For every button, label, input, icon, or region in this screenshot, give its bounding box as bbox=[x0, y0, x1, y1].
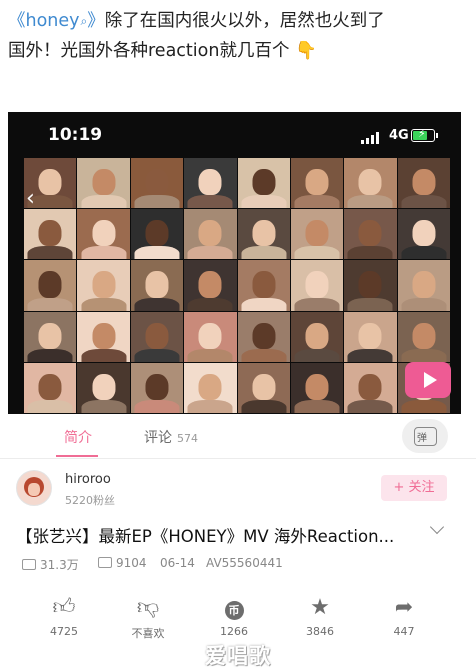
reaction-tile bbox=[77, 158, 130, 209]
reaction-tile bbox=[130, 362, 184, 413]
hashtag-link[interactable]: 《honey⌕》 bbox=[8, 11, 105, 31]
coin-button[interactable]: 币 1266 bbox=[204, 595, 264, 638]
reaction-tile bbox=[24, 362, 77, 413]
signal-icon bbox=[361, 132, 383, 144]
coin-icon: 币 bbox=[204, 595, 264, 621]
reaction-tile bbox=[397, 209, 450, 260]
play-count-icon bbox=[22, 559, 36, 570]
reaction-tile bbox=[290, 311, 344, 362]
reaction-tile bbox=[344, 311, 397, 362]
reaction-tile bbox=[184, 209, 237, 260]
like-button[interactable]: 👍︎ 4725 bbox=[34, 595, 94, 638]
status-time: 10:19 bbox=[48, 125, 103, 145]
reaction-tile bbox=[24, 260, 77, 311]
reaction-tile bbox=[130, 260, 184, 311]
reaction-tile bbox=[344, 209, 397, 260]
reaction-tile bbox=[344, 158, 397, 209]
back-arrow-icon[interactable]: ‹ bbox=[26, 186, 35, 211]
chevron-down-icon[interactable] bbox=[429, 519, 445, 535]
action-bar: 👍︎ 4725 👎︎ 不喜欢 币 1266 ★ 3846 ➦ 447 bbox=[0, 595, 476, 645]
upload-date: 06-14 bbox=[160, 556, 195, 570]
reaction-tile bbox=[24, 311, 77, 362]
danmaku-stat: 9104 bbox=[98, 556, 147, 570]
tab-comments[interactable]: 评论 574 bbox=[144, 427, 198, 447]
reaction-tile bbox=[237, 260, 290, 311]
views-stat: 31.3万 bbox=[22, 556, 79, 573]
reaction-tile bbox=[130, 209, 184, 260]
reaction-tile bbox=[344, 362, 397, 413]
avatar[interactable] bbox=[16, 470, 52, 506]
reaction-tile bbox=[237, 311, 290, 362]
reaction-tile bbox=[290, 362, 344, 413]
reaction-tile bbox=[130, 158, 184, 209]
reaction-tile bbox=[344, 260, 397, 311]
reaction-tile bbox=[290, 260, 344, 311]
video-player[interactable]: 10:19 4G ⚡ ‹ bbox=[8, 112, 461, 414]
reaction-tile bbox=[130, 311, 184, 362]
network-label: 4G bbox=[389, 128, 409, 143]
reaction-tile bbox=[77, 260, 130, 311]
post-line1: 除了在国内很火以外，居然也火到了 bbox=[104, 11, 385, 31]
reaction-tile bbox=[184, 311, 237, 362]
reaction-tile bbox=[237, 362, 290, 413]
reaction-mosaic bbox=[24, 158, 451, 414]
tab-active-indicator bbox=[56, 455, 98, 457]
share-icon: ➦ bbox=[394, 595, 414, 620]
battery-tip bbox=[436, 133, 438, 138]
watermark: 爱唱歌 bbox=[205, 644, 271, 668]
av-number: AV55560441 bbox=[206, 556, 283, 570]
tab-intro[interactable]: 简介 bbox=[64, 427, 92, 447]
follow-button[interactable]: + 关注 bbox=[381, 475, 447, 501]
reaction-tile bbox=[290, 158, 344, 209]
reaction-tile bbox=[77, 209, 130, 260]
battery-icon: ⚡ bbox=[411, 127, 435, 142]
thumbs-down-icon: 👎︎ bbox=[136, 595, 160, 620]
phone-status-bar: 10:19 4G ⚡ bbox=[8, 112, 461, 158]
reaction-tile bbox=[184, 260, 237, 311]
favorite-button[interactable]: ★ 3846 bbox=[290, 595, 350, 638]
author-fans: 5220粉丝 bbox=[65, 494, 115, 507]
reaction-tile bbox=[397, 311, 450, 362]
post-text: 《honey⌕》除了在国内很火以外，居然也火到了 国外！光国外各种reactio… bbox=[8, 6, 470, 66]
dislike-button[interactable]: 👎︎ 不喜欢 bbox=[118, 595, 178, 641]
reaction-tile bbox=[290, 209, 344, 260]
danmaku-toggle-icon[interactable]: 弹 bbox=[402, 419, 448, 453]
pointing-down-emoji: 👇 bbox=[295, 41, 317, 61]
reaction-tile bbox=[237, 158, 290, 209]
reaction-tile bbox=[184, 362, 237, 413]
comments-count: 574 bbox=[177, 432, 198, 445]
thumbs-up-icon: 👍︎ bbox=[52, 595, 76, 620]
divider bbox=[0, 458, 476, 459]
reaction-tile bbox=[237, 209, 290, 260]
post-line2: 国外！光国外各种reaction就几百个 bbox=[8, 41, 290, 61]
author-name[interactable]: hiroroo bbox=[65, 472, 111, 487]
reaction-tile bbox=[24, 209, 77, 260]
reaction-tile bbox=[77, 362, 130, 413]
reaction-tile bbox=[397, 260, 450, 311]
reaction-tile bbox=[77, 311, 130, 362]
video-tabs: 简介 评论 574 弹 bbox=[0, 414, 476, 458]
play-icon[interactable] bbox=[405, 362, 451, 398]
reaction-tile bbox=[397, 158, 450, 209]
star-icon: ★ bbox=[310, 595, 330, 620]
reaction-tile bbox=[184, 158, 237, 209]
video-title: 【张艺兴】最新EP《HONEY》MV 海外Reaction... bbox=[16, 527, 395, 546]
share-button[interactable]: ➦ 447 bbox=[374, 595, 434, 638]
danmaku-count-icon bbox=[98, 557, 112, 568]
